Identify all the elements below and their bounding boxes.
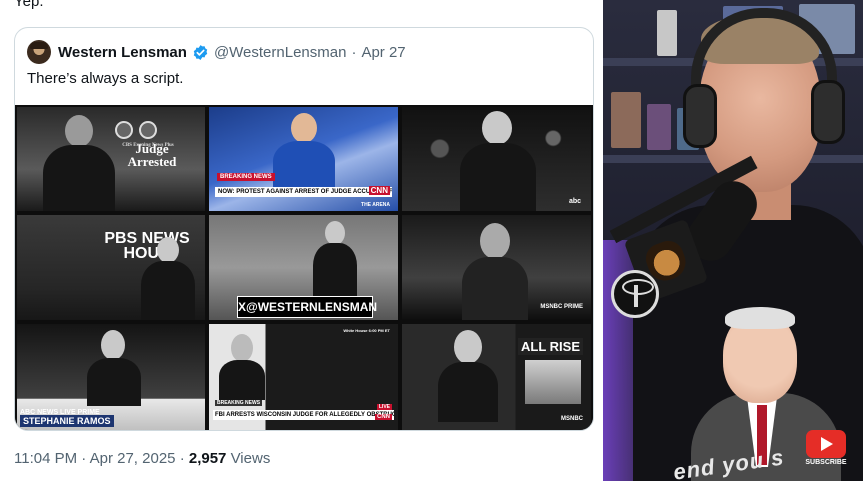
msnbc-logo: MSNBC PRIME [540, 304, 583, 310]
media-cell-cnn-arena[interactable]: BREAKING NEWS NOW: PROTEST AGAINST ARRES… [207, 105, 400, 213]
webcam-feed: end you s SUBSCRIBE [603, 0, 863, 481]
tweet-date[interactable]: Apr 27, 2025 [90, 450, 176, 467]
reply-text: Yep. [14, 0, 44, 10]
earcup [683, 84, 717, 148]
media-cell-pbs[interactable]: PBS NEWS HOUR [15, 213, 207, 322]
shelf-item [611, 92, 641, 148]
watermark: X@WESTERNLENSMAN [237, 296, 377, 318]
author-avatar[interactable] [27, 40, 51, 64]
seal-icon [139, 121, 157, 139]
abc-logo: abc [568, 198, 581, 205]
quoted-tweet-date[interactable]: Apr 27 [361, 44, 405, 61]
earcup [811, 80, 845, 144]
author-name[interactable]: Western Lensman [58, 44, 187, 61]
media-cell-cbs[interactable]: CBS Evening News Plus Judge Arrested [15, 105, 207, 213]
meta-separator: · [81, 450, 87, 467]
all-rise-title: ALL RISE [518, 338, 583, 355]
lower-third: FBI ARRESTS WISCONSIN JUDGE FOR ALLEGEDL… [213, 410, 394, 420]
subscribe-button[interactable]: SUBSCRIBE [805, 430, 847, 468]
tweet-meta: 11:04 PM · Apr 27, 2025 · 2,957 Views [14, 450, 270, 467]
views-label[interactable]: Views [231, 450, 271, 467]
media-cell-msnbc-prime[interactable]: MSNBC PRIME [400, 213, 593, 322]
subscribe-label: SUBSCRIBE [805, 459, 847, 466]
msnbc-logo: MSNBC [561, 416, 583, 422]
media-cell-msnbc[interactable]: ALL RISE MSNBC [400, 322, 593, 430]
lower-third: NOW: PROTEST AGAINST ARREST OF JUDGE ACC… [215, 187, 392, 197]
breaking-news-tag: BREAKING NEWS [215, 400, 263, 406]
header-separator: · [351, 43, 357, 61]
pbs-logo: PBS NEWS HOUR [104, 230, 190, 262]
media-cell-abc[interactable]: abc [400, 105, 593, 213]
anchor-name: STEPHANIE RAMOS [20, 415, 114, 427]
media-grid[interactable]: CBS Evening News Plus Judge Arrested BRE… [15, 105, 593, 430]
seal-icon [115, 121, 133, 139]
media-cell-abc-live[interactable]: ABC NEWS LIVE PRIME STEPHANIE RAMOS [15, 322, 207, 430]
verified-badge-icon [193, 44, 208, 60]
scales-of-justice-image [525, 360, 581, 404]
cbs-headline: Judge Arrested [127, 141, 177, 169]
breaking-news-tag: BREAKING NEWS [217, 173, 275, 181]
tweet-time[interactable]: 11:04 PM [14, 450, 77, 467]
cnn-logo: CNN [375, 414, 392, 420]
views-count[interactable]: 2,957 [189, 450, 227, 467]
author-handle[interactable]: @WesternLensman [214, 44, 347, 61]
location-tag: White House 6:00 PM ET [343, 328, 390, 333]
youtube-play-icon [806, 430, 846, 458]
tree-emblem-icon [611, 270, 659, 318]
shelf-item [647, 104, 671, 150]
show-name: THE ARENA [361, 202, 390, 208]
meta-separator: · [179, 450, 185, 467]
shelf-item [657, 10, 677, 56]
media-cell-cnn-fbi[interactable]: White House 6:00 PM ET BREAKING NEWS LIV… [207, 322, 400, 430]
cnn-logo: CNN [368, 186, 390, 195]
quoted-tweet-text: There’s always a script. [27, 70, 184, 87]
media-cell-fox[interactable]: X@WESTERNLENSMAN [207, 213, 400, 322]
quoted-tweet-card[interactable]: Western Lensman @WesternLensman · Apr 27… [14, 27, 594, 431]
tweet-pane: Yep. Western Lensman @WesternLensman · A… [0, 0, 603, 481]
quoted-tweet-header: Western Lensman @WesternLensman · Apr 27 [27, 40, 406, 64]
